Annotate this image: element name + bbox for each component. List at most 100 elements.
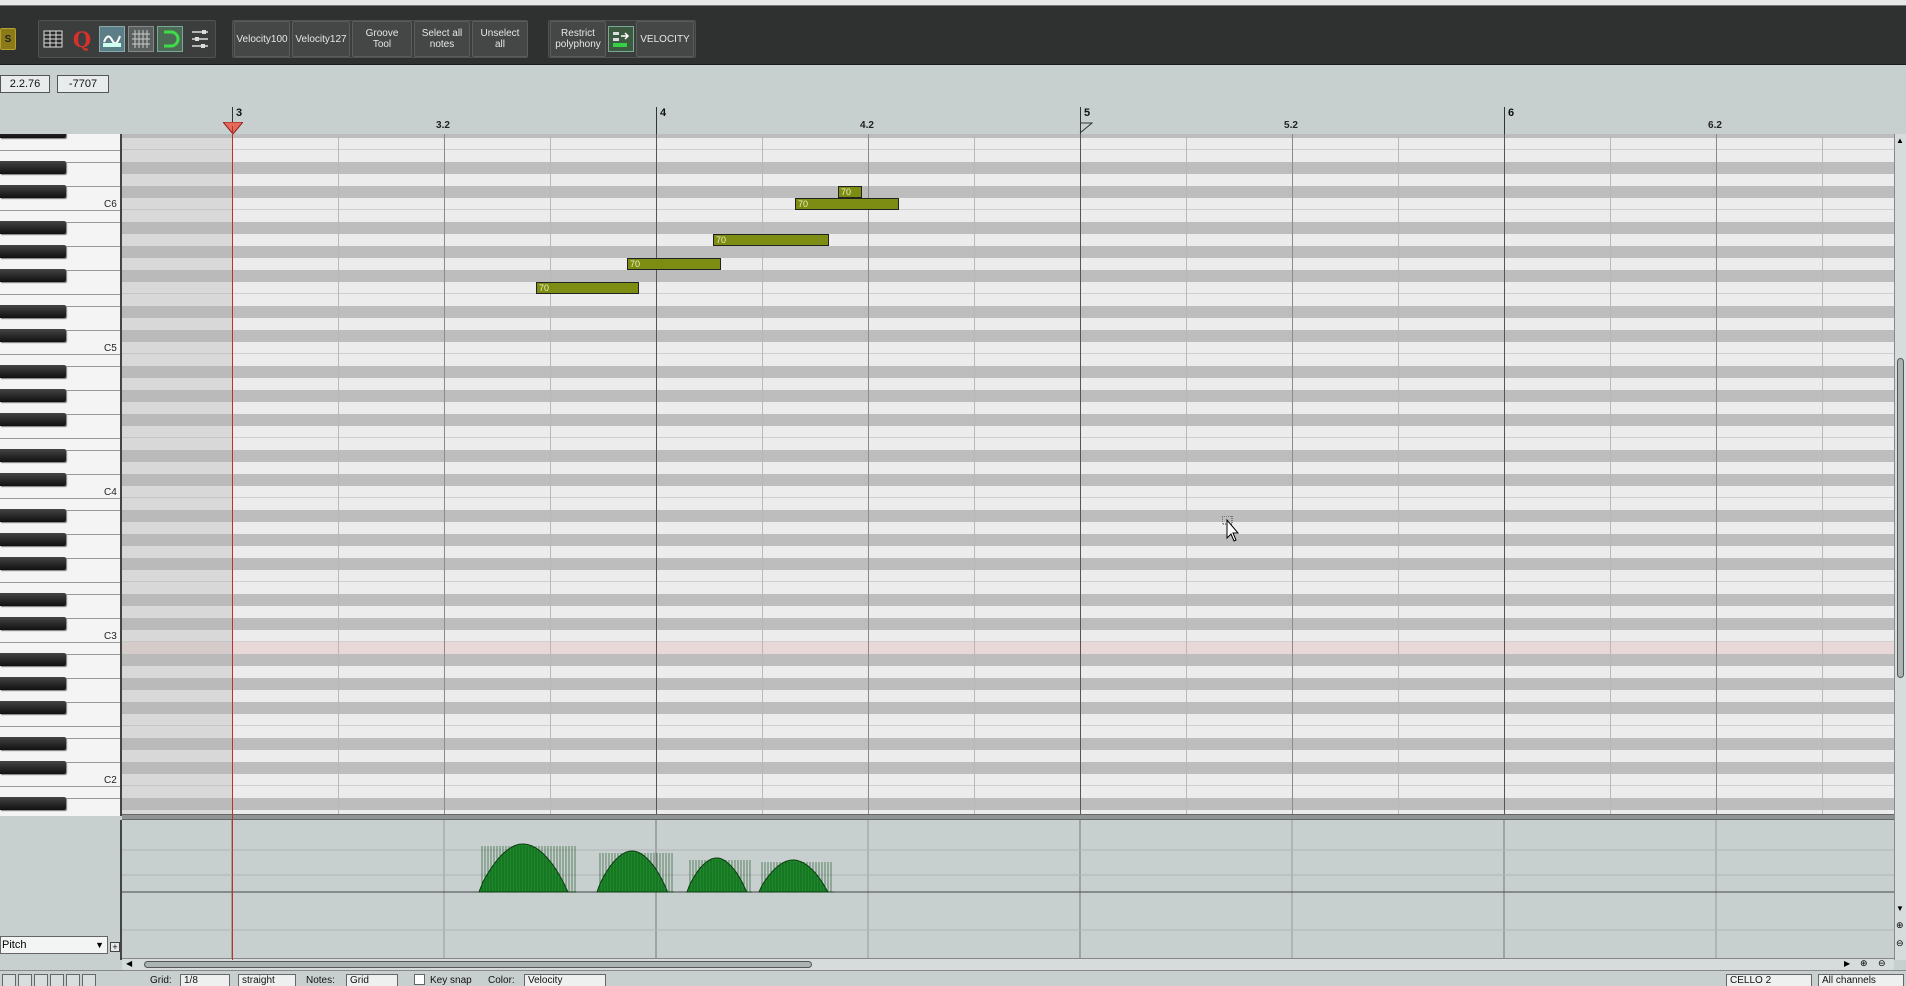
humanize-icon[interactable] — [99, 26, 125, 52]
vertical-scrollbar[interactable]: ▲ ▼ ⊕ ⊖ — [1894, 134, 1906, 960]
black-key[interactable] — [0, 701, 66, 714]
color-select[interactable]: Velocity — [524, 974, 606, 986]
unselect-all-button[interactable]: Unselect all — [472, 21, 528, 57]
note-grid[interactable]: 70 70 70 70 70 — [122, 134, 1894, 816]
h-zoom-in-icon[interactable]: ⊕ — [1860, 958, 1868, 969]
velocity-mode-button[interactable]: VELOCITY — [636, 21, 694, 57]
pitch-row — [122, 306, 1894, 318]
scroll-down-icon[interactable]: ▼ — [1896, 904, 1904, 913]
midi-note[interactable]: 70 — [795, 198, 899, 210]
grid-list-icon[interactable] — [40, 26, 66, 52]
velocity100-button[interactable]: Velocity100 — [234, 21, 290, 57]
black-key[interactable] — [0, 329, 66, 342]
black-key[interactable] — [0, 617, 66, 630]
pitch-row — [122, 510, 1894, 522]
channels-select[interactable]: All channels — [1818, 974, 1904, 986]
rewind-button[interactable] — [2, 974, 16, 986]
pitch-row — [122, 750, 1894, 762]
select-all-notes-button[interactable]: Select all notes — [414, 21, 470, 57]
scroll-left-icon[interactable]: ◀ — [126, 959, 132, 968]
add-lane-button[interactable]: + — [110, 942, 120, 952]
loop-end-marker-icon[interactable] — [1079, 122, 1093, 134]
piano-keyboard[interactable]: C6 C5 C4 C3 C2 — [0, 134, 122, 816]
black-key[interactable] — [0, 134, 66, 138]
black-key[interactable] — [0, 413, 66, 426]
octave-label: C6 — [104, 199, 117, 210]
chevron-down-icon: ▼ — [95, 940, 104, 950]
white-key-divider — [0, 354, 120, 355]
pitch-row — [122, 318, 1894, 330]
play-button[interactable] — [18, 974, 32, 986]
loop-button[interactable] — [66, 974, 80, 986]
h-zoom-out-icon[interactable]: ⊖ — [1878, 958, 1886, 969]
black-key[interactable] — [0, 269, 66, 282]
black-key[interactable] — [0, 653, 66, 666]
pitch-row — [122, 546, 1894, 558]
midi-note[interactable]: 70 — [713, 234, 829, 246]
solo-button[interactable]: S — [0, 28, 16, 50]
black-key[interactable] — [0, 449, 66, 462]
black-key[interactable] — [0, 365, 66, 378]
cc-lane-select[interactable]: Pitch ▼ — [0, 936, 108, 954]
midi-editor-window: S Q Velocity100 Velocity127 Groove Tool … — [0, 0, 1906, 986]
grid-type-select[interactable]: straight — [238, 974, 296, 986]
white-key-divider — [0, 786, 120, 787]
notes-label: Notes: — [306, 975, 335, 986]
midi-note[interactable]: 70 — [838, 186, 862, 198]
pause-button[interactable] — [34, 974, 48, 986]
pitch-bend-curve[interactable] — [758, 859, 834, 893]
black-key[interactable] — [0, 797, 66, 810]
black-key[interactable] — [0, 593, 66, 606]
horizontal-scrollbar[interactable]: ◀ ▶ ⊕ ⊖ — [122, 958, 1894, 970]
black-key[interactable] — [0, 677, 66, 690]
midi-note[interactable]: 70 — [627, 258, 721, 270]
quantize-q-icon[interactable]: Q — [69, 26, 95, 52]
zoom-in-icon[interactable]: ⊕ — [1896, 920, 1904, 931]
metronome-button[interactable] — [82, 974, 96, 986]
black-key[interactable] — [0, 557, 66, 570]
black-key[interactable] — [0, 185, 66, 198]
pitch-row — [122, 270, 1894, 282]
black-key[interactable] — [0, 245, 66, 258]
zoom-out-icon[interactable]: ⊖ — [1896, 938, 1904, 949]
black-key[interactable] — [0, 473, 66, 486]
magnet-snap-icon[interactable] — [157, 26, 183, 52]
cursor-marker-icon[interactable] — [223, 122, 243, 134]
notes-select[interactable]: Grid — [346, 974, 398, 986]
cc-lane-graph[interactable] — [122, 820, 1894, 960]
keysnap-checkbox[interactable] — [414, 974, 425, 985]
midi-note[interactable]: 70 — [536, 282, 639, 294]
vertical-scroll-thumb[interactable] — [1897, 358, 1904, 678]
groove-tool-button[interactable]: Groove Tool — [352, 21, 412, 57]
grid-select[interactable]: 1/8 — [180, 974, 230, 986]
black-key[interactable] — [0, 761, 66, 774]
track-select[interactable]: CELLO 2 — [1726, 974, 1812, 986]
black-key[interactable] — [0, 389, 66, 402]
black-key[interactable] — [0, 737, 66, 750]
pitch-bend-curve[interactable] — [596, 850, 674, 893]
restrict-polyphony-button[interactable]: Restrict polyphony — [550, 21, 606, 57]
stop-button[interactable] — [50, 974, 64, 986]
settings-sliders-icon[interactable] — [187, 26, 213, 52]
horizontal-scroll-thumb[interactable] — [144, 961, 812, 968]
measure-line — [656, 134, 657, 816]
scroll-up-icon[interactable]: ▲ — [1896, 136, 1904, 145]
position-value-field[interactable]: -7707 — [57, 75, 109, 93]
black-key[interactable] — [0, 509, 66, 522]
cc-lane[interactable] — [122, 820, 1894, 960]
beat-line — [1186, 134, 1187, 816]
black-key[interactable] — [0, 221, 66, 234]
pitch-row — [122, 234, 1894, 246]
pitch-bend-curve[interactable] — [478, 843, 576, 893]
pitch-row — [122, 342, 1894, 354]
piano-grid-icon[interactable] — [128, 26, 154, 52]
black-key[interactable] — [0, 161, 66, 174]
velocity127-button[interactable]: Velocity127 — [292, 21, 350, 57]
timeline-ruler[interactable]: 3 3.2 4 4.2 5 5.2 6 6.2 — [122, 106, 1894, 135]
black-key[interactable] — [0, 305, 66, 318]
scroll-right-icon[interactable]: ▶ — [1844, 959, 1850, 968]
beat-line — [1610, 134, 1611, 816]
position-time-field[interactable]: 2.2.76 — [0, 75, 50, 93]
black-key[interactable] — [0, 533, 66, 546]
polyphony-arrow-icon[interactable] — [608, 26, 634, 52]
